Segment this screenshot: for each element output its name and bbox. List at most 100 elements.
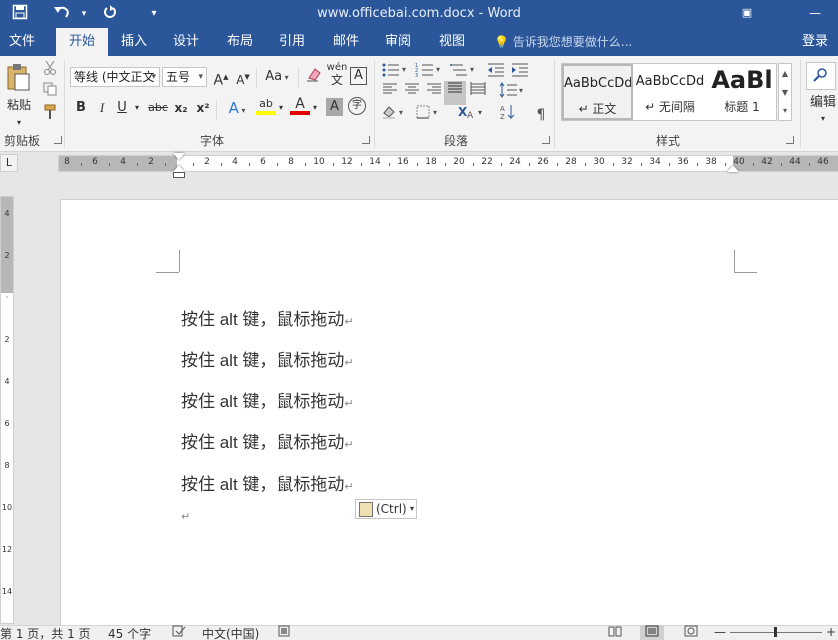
minimize-button[interactable]: — bbox=[806, 5, 824, 21]
enclose-characters-icon[interactable]: 字 bbox=[348, 97, 366, 115]
chinese-layout-icon[interactable]: X A ▾ bbox=[456, 104, 486, 126]
web-layout-icon[interactable] bbox=[684, 625, 698, 640]
underline-button[interactable]: U bbox=[114, 97, 130, 119]
shrink-font-icon[interactable]: A▼ bbox=[234, 66, 252, 88]
document-paragraph[interactable]: 按住 alt 键，鼠标拖动↵ bbox=[181, 346, 354, 371]
macro-record-icon[interactable] bbox=[278, 625, 290, 640]
clipboard-launcher-icon[interactable] bbox=[54, 136, 62, 144]
character-border-icon[interactable]: A bbox=[350, 67, 367, 85]
ruler-tick-label: 38 bbox=[705, 157, 717, 167]
zoom-out-button[interactable]: — bbox=[714, 625, 726, 639]
align-right-icon[interactable] bbox=[424, 82, 444, 104]
document-paragraph[interactable]: 按住 alt 键，鼠标拖动↵ bbox=[181, 387, 354, 412]
sort-icon[interactable]: AZ bbox=[498, 104, 518, 126]
font-launcher-icon[interactable] bbox=[362, 136, 370, 144]
ribbon-display-options-button[interactable]: ▣ bbox=[738, 5, 756, 21]
zoom-slider[interactable] bbox=[730, 627, 822, 637]
tab-selector[interactable]: L bbox=[0, 154, 18, 172]
bullets-icon[interactable]: ▾ bbox=[380, 62, 410, 84]
style-heading-1[interactable]: AaBl 标题 1 bbox=[707, 64, 777, 120]
font-name-value: 等线 (中文正文 bbox=[74, 70, 155, 84]
find-icon[interactable] bbox=[806, 62, 836, 90]
highlight-dropdown-icon[interactable]: ▾ bbox=[276, 97, 286, 119]
highlight-icon[interactable]: ab bbox=[256, 95, 276, 117]
numbering-icon[interactable]: 1 2 3 ▾ bbox=[414, 62, 444, 84]
vertical-ruler-tick-label: 2 bbox=[4, 335, 10, 344]
italic-button[interactable]: I bbox=[94, 97, 110, 119]
first-line-indent-marker[interactable] bbox=[173, 153, 185, 160]
bold-button[interactable]: B bbox=[72, 97, 90, 119]
empty-paragraph[interactable]: ↵ bbox=[181, 505, 190, 525]
copy-icon[interactable] bbox=[40, 82, 60, 104]
document-paragraph[interactable]: 按住 alt 键，鼠标拖动↵ bbox=[181, 305, 354, 330]
word-count[interactable]: 45 个字 bbox=[108, 625, 151, 640]
scroll-up-icon[interactable]: ▲ bbox=[779, 64, 791, 83]
zoom-in-button[interactable]: + bbox=[826, 625, 836, 639]
justify-icon[interactable] bbox=[444, 81, 466, 105]
distributed-icon[interactable] bbox=[468, 82, 488, 104]
paste-icon[interactable] bbox=[4, 62, 32, 92]
show-marks-icon[interactable]: ¶ bbox=[532, 104, 550, 126]
change-case-icon[interactable]: Aa ▾ bbox=[262, 66, 292, 88]
cut-icon[interactable] bbox=[40, 60, 60, 82]
editing-dropdown-icon[interactable]: ▾ bbox=[816, 108, 830, 130]
style-normal[interactable]: AaBbCcDd ↵ 正文 bbox=[562, 64, 633, 120]
underline-dropdown-icon[interactable]: ▾ bbox=[132, 97, 142, 119]
ruler-tick-mark bbox=[557, 163, 558, 166]
superscript-button[interactable]: x² bbox=[194, 97, 212, 119]
document-paragraph[interactable]: 按住 alt 键，鼠标拖动↵ bbox=[181, 470, 354, 495]
style-no-spacing[interactable]: AaBbCcDd ↵ 无间隔 bbox=[634, 64, 706, 120]
tell-me-search[interactable]: 💡 告诉我您想要做什么... bbox=[494, 28, 632, 56]
document-page[interactable]: 按住 alt 键，鼠标拖动↵ 按住 alt 键，鼠标拖动↵ 按住 alt 键，鼠… bbox=[60, 199, 838, 625]
decrease-indent-icon[interactable] bbox=[486, 62, 506, 84]
font-name-select[interactable]: 等线 (中文正文 ▾ bbox=[70, 67, 160, 87]
font-color-icon[interactable]: A bbox=[290, 95, 310, 117]
tab-view[interactable]: 视图 bbox=[430, 28, 474, 56]
tab-layout[interactable]: 布局 bbox=[218, 28, 262, 56]
proofing-icon[interactable] bbox=[172, 625, 186, 640]
tab-home[interactable]: 开始 bbox=[56, 28, 108, 56]
right-indent-marker[interactable] bbox=[727, 165, 739, 172]
language-indicator[interactable]: 中文(中国) bbox=[202, 625, 259, 640]
character-shading-icon[interactable]: A bbox=[326, 98, 343, 116]
page-count[interactable]: 第 1 页，共 1 页 bbox=[0, 625, 91, 640]
shading-icon[interactable]: ▾ bbox=[380, 104, 408, 126]
group-divider bbox=[374, 60, 375, 148]
style-name: 标题 1 bbox=[724, 100, 760, 114]
subscript-button[interactable]: x₂ bbox=[172, 97, 190, 119]
scroll-down-icon[interactable]: ▼ bbox=[779, 83, 791, 102]
increase-indent-icon[interactable] bbox=[510, 62, 530, 84]
hanging-indent-marker[interactable] bbox=[173, 165, 185, 172]
tab-review[interactable]: 审阅 bbox=[376, 28, 420, 56]
grow-font-icon[interactable]: A▲ bbox=[212, 66, 230, 89]
paste-dropdown-icon[interactable]: ▾ bbox=[12, 112, 26, 134]
format-painter-icon[interactable] bbox=[40, 104, 60, 126]
document-paragraph[interactable]: 按住 alt 键，鼠标拖动↵ bbox=[181, 428, 354, 453]
styles-gallery-scroll[interactable]: ▲ ▼ ▾ bbox=[778, 63, 792, 121]
styles-launcher-icon[interactable] bbox=[786, 136, 794, 144]
strikethrough-button[interactable]: abc bbox=[146, 97, 170, 119]
tab-design[interactable]: 设计 bbox=[164, 28, 208, 56]
phonetic-guide-icon[interactable]: wén 文 bbox=[326, 62, 348, 92]
sign-in-link[interactable]: 登录 bbox=[802, 28, 828, 56]
tab-mailings[interactable]: 邮件 bbox=[324, 28, 368, 56]
read-mode-icon[interactable] bbox=[608, 625, 622, 640]
zoom-slider-thumb[interactable] bbox=[774, 627, 777, 637]
tab-file[interactable]: 文件 bbox=[0, 28, 44, 56]
clear-formatting-icon[interactable] bbox=[304, 66, 324, 88]
text-effects-icon[interactable]: A ▾ bbox=[222, 97, 252, 119]
print-layout-icon[interactable] bbox=[640, 625, 664, 640]
paragraph-launcher-icon[interactable] bbox=[542, 136, 550, 144]
line-spacing-icon[interactable]: ▾ bbox=[498, 82, 526, 104]
align-center-icon[interactable] bbox=[402, 82, 422, 104]
align-left-icon[interactable] bbox=[380, 82, 400, 104]
more-styles-icon[interactable]: ▾ bbox=[779, 102, 791, 120]
paste-options-button[interactable]: (Ctrl) ▾ bbox=[355, 499, 417, 519]
ruler-tick-mark bbox=[445, 163, 446, 166]
tab-references[interactable]: 引用 bbox=[270, 28, 314, 56]
borders-icon[interactable]: ▾ bbox=[414, 104, 442, 126]
font-color-dropdown-icon[interactable]: ▾ bbox=[310, 97, 320, 119]
left-indent-marker[interactable] bbox=[173, 172, 185, 178]
tab-insert[interactable]: 插入 bbox=[112, 28, 156, 56]
font-size-select[interactable]: 五号 ▾ bbox=[162, 67, 207, 87]
